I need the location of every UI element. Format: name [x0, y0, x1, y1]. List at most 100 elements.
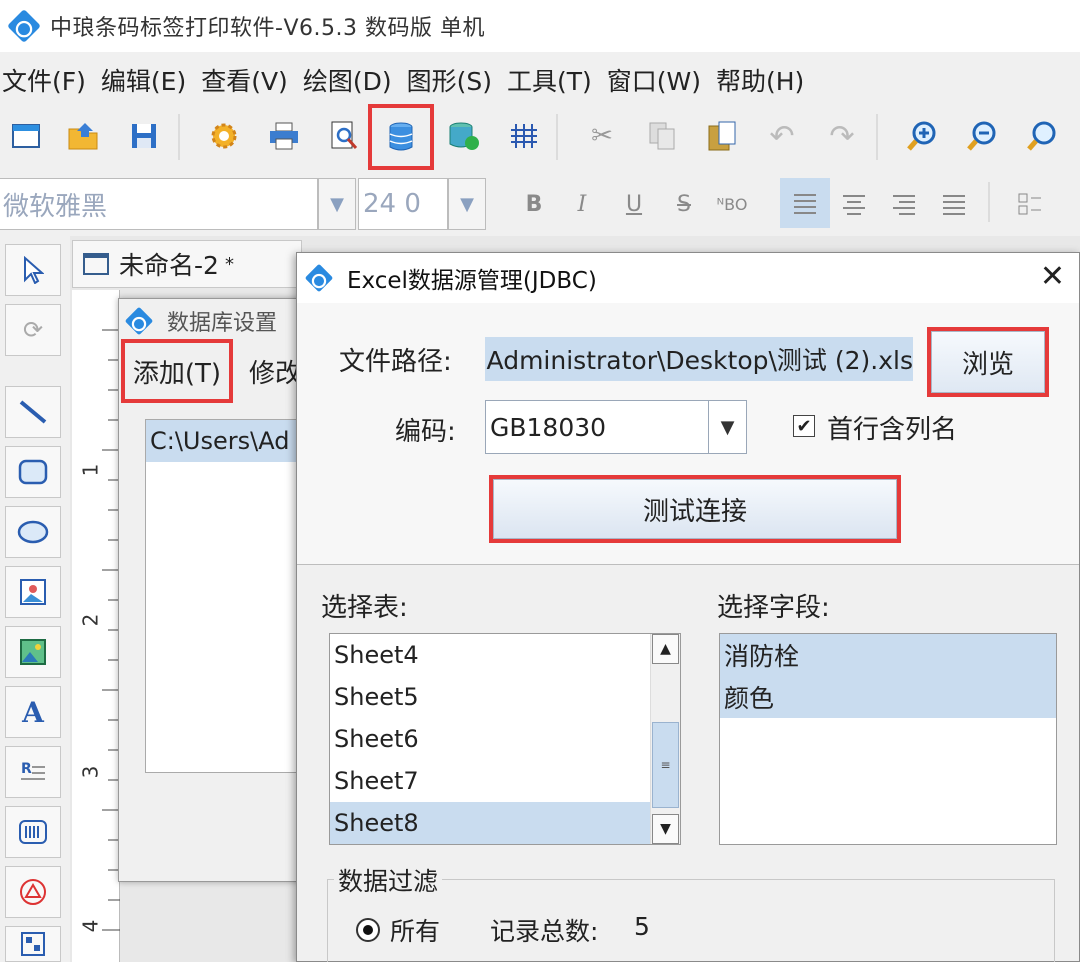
table-list[interactable]: Sheet4 Sheet5 Sheet6 Sheet7 Sheet8 ▲ ≡ ▼: [329, 633, 681, 845]
modify-button[interactable]: 修改: [249, 353, 301, 390]
align-left-icon[interactable]: [780, 178, 830, 228]
list-item[interactable]: 颜色: [720, 676, 1056, 718]
list-item[interactable]: 消防栓: [720, 634, 1056, 676]
special-format-button[interactable]: ᴺBO: [712, 184, 752, 224]
rounded-rect-icon[interactable]: [5, 446, 61, 498]
database-connect-icon[interactable]: [442, 114, 486, 158]
chevron-down-icon[interactable]: ▼: [708, 401, 746, 453]
undo-icon[interactable]: ↶: [760, 114, 804, 158]
menu-shape[interactable]: 图形(S): [403, 62, 503, 98]
scroll-thumb[interactable]: ≡: [652, 722, 679, 808]
list-item-selected[interactable]: Sheet8: [330, 802, 650, 844]
scroll-up-icon[interactable]: ▲: [652, 634, 679, 664]
list-item[interactable]: Sheet4: [330, 634, 650, 676]
redo-icon[interactable]: ↷: [820, 114, 864, 158]
print-preview-icon[interactable]: [322, 114, 366, 158]
list-item[interactable]: Sheet7: [330, 760, 650, 802]
encoding-label: 编码:: [395, 417, 456, 447]
align-right-icon[interactable]: [884, 184, 924, 224]
menu-view[interactable]: 查看(V): [197, 62, 299, 98]
rich-text-icon[interactable]: R: [5, 746, 61, 798]
grid-icon[interactable]: [502, 114, 546, 158]
record-total-value: 5: [634, 912, 650, 941]
filter-all-radio[interactable]: [356, 918, 380, 942]
barcode-icon[interactable]: [5, 806, 61, 858]
test-connection-button[interactable]: 测试连接: [489, 475, 901, 543]
ruler-mark-4: 4: [78, 919, 103, 933]
file-path-input[interactable]: Administrator\Desktop\测试 (2).xls: [485, 337, 913, 381]
paste-icon[interactable]: [700, 114, 744, 158]
connection-panel: 文件路径: Administrator\Desktop\测试 (2).xls 浏…: [297, 303, 1079, 565]
document-modified-mark: *: [224, 253, 234, 275]
menu-edit[interactable]: 编辑(E): [97, 62, 197, 98]
chevron-down-icon[interactable]: ▼: [318, 178, 356, 230]
excel-dialog-titlebar: Excel数据源管理(JDBC) ✕: [297, 253, 1079, 303]
align-justify-icon[interactable]: [934, 184, 974, 224]
open-folder-icon[interactable]: [62, 114, 106, 158]
menu-file[interactable]: 文件(F): [0, 62, 97, 98]
text-icon[interactable]: A: [5, 686, 61, 738]
picture-icon[interactable]: [5, 626, 61, 678]
tool-palette: ⟳ A R: [0, 236, 66, 962]
cut-icon[interactable]: ✂: [580, 114, 624, 158]
bold-button[interactable]: B: [514, 184, 554, 224]
select-arrow-icon[interactable]: [5, 244, 61, 296]
select-field-label: 选择字段:: [717, 593, 830, 623]
image-frame-icon[interactable]: [5, 566, 61, 618]
zoom-icon[interactable]: [1020, 114, 1064, 158]
format-toolbar: 微软雅黑 ▼ 24 0 ▼ B I U S ᴺBO: [0, 172, 1080, 234]
record-total-label: 记录总数:: [490, 917, 599, 946]
text-spacing-icon[interactable]: [1010, 184, 1050, 224]
rotate-icon[interactable]: ⟳: [5, 304, 61, 356]
encoding-select[interactable]: GB18030 ▼: [485, 400, 747, 454]
align-center-icon[interactable]: [834, 184, 874, 224]
underline-button[interactable]: U: [614, 184, 654, 224]
strikethrough-button[interactable]: S: [664, 184, 704, 224]
list-item[interactable]: Sheet5: [330, 676, 650, 718]
table-list-scrollbar[interactable]: ▲ ≡ ▼: [650, 634, 680, 844]
font-family-select[interactable]: 微软雅黑: [0, 178, 318, 230]
zoom-out-icon[interactable]: [960, 114, 1004, 158]
database-icon[interactable]: [368, 104, 434, 170]
menu-help[interactable]: 帮助(H): [712, 62, 815, 98]
print-icon[interactable]: [262, 114, 306, 158]
excel-dialog-title: Excel数据源管理(JDBC): [347, 268, 597, 294]
field-list[interactable]: 消防栓 颜色: [719, 633, 1057, 845]
italic-button[interactable]: I: [562, 184, 602, 224]
select-table-label: 选择表:: [321, 593, 408, 623]
new-window-icon[interactable]: [4, 114, 48, 158]
add-button[interactable]: 添加(T): [121, 339, 233, 403]
menu-window[interactable]: 窗口(W): [603, 62, 712, 98]
datasource-list[interactable]: C:\Users\Ad: [145, 419, 315, 773]
app-logo-icon: [7, 9, 41, 43]
app-title: 中琅条码标签打印软件-V6.5.3 数码版 单机: [50, 16, 485, 41]
settings-gear-icon[interactable]: [202, 114, 246, 158]
document-tab[interactable]: 未命名-2 *: [72, 240, 302, 288]
file-path-label: 文件路径:: [339, 347, 452, 377]
header-row-checkbox[interactable]: ✔: [793, 415, 815, 437]
filter-all-label: 所有: [390, 917, 441, 946]
chevron-down-icon[interactable]: ▼: [448, 178, 486, 230]
zoom-in-icon[interactable]: [900, 114, 944, 158]
save-icon[interactable]: [122, 114, 166, 158]
database-settings-dialog: 数据库设置 添加(T) 修改 C:\Users\Ad: [118, 298, 318, 882]
polygon-icon[interactable]: [5, 866, 61, 918]
header-row-label: 首行含列名: [827, 415, 958, 445]
title-bar: 中琅条码标签打印软件-V6.5.3 数码版 单机: [0, 0, 1080, 52]
font-size-select[interactable]: 24 0: [358, 178, 448, 230]
svg-text:R: R: [21, 761, 32, 777]
scroll-down-icon[interactable]: ▼: [652, 814, 679, 844]
menu-draw[interactable]: 绘图(D): [299, 62, 403, 98]
document-icon: [83, 253, 109, 275]
ellipse-icon[interactable]: [5, 506, 61, 558]
copy-icon[interactable]: [640, 114, 684, 158]
close-icon[interactable]: ✕: [1040, 261, 1065, 293]
list-item[interactable]: C:\Users\Ad: [146, 420, 314, 462]
list-item[interactable]: Sheet6: [330, 718, 650, 760]
browse-button[interactable]: 浏览: [927, 327, 1049, 397]
data-filter-group: 数据过滤 所有 记录总数: 5: [327, 862, 1055, 962]
menu-tools[interactable]: 工具(T): [503, 62, 603, 98]
qrcode-icon[interactable]: [5, 926, 61, 962]
line-icon[interactable]: [5, 386, 61, 438]
ruler-mark-3: 3: [78, 765, 103, 779]
